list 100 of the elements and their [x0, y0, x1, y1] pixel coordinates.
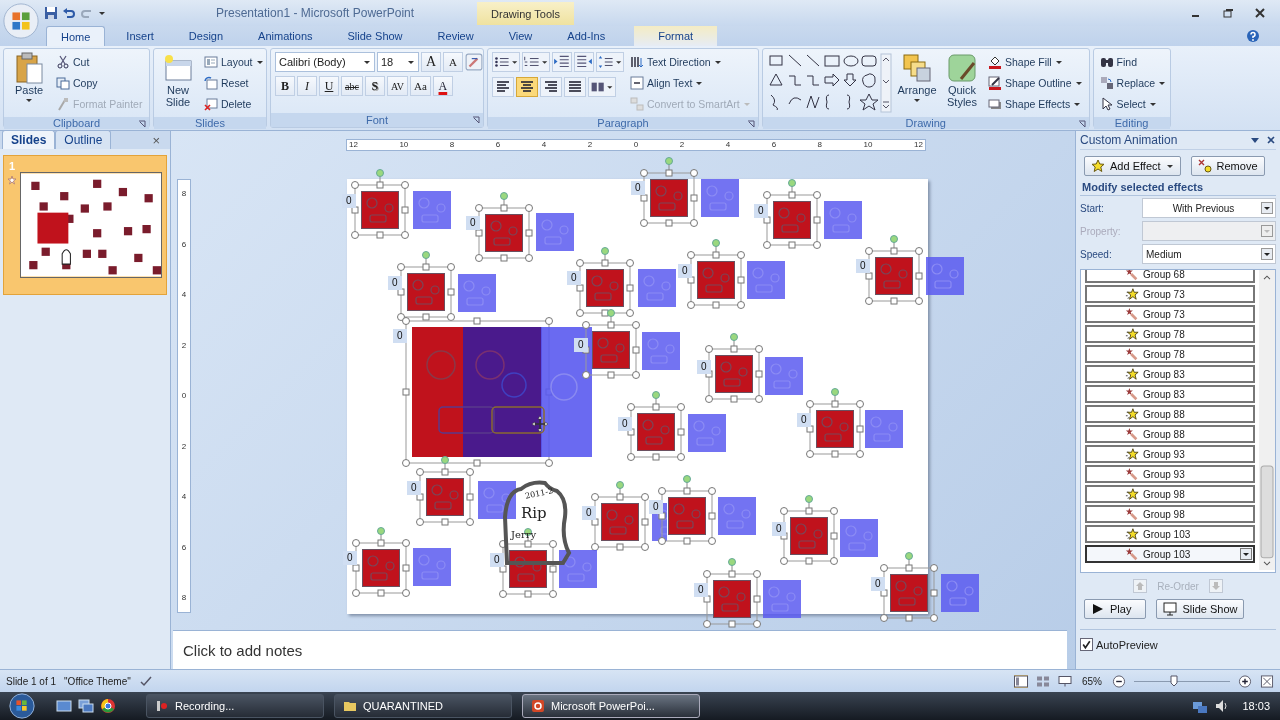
spell-check-icon[interactable] — [138, 674, 153, 689]
slide-command[interactable]: Reset — [202, 73, 266, 93]
effect-list-item[interactable]: Group 78 — [1085, 325, 1255, 343]
effect-list-item[interactable]: Group 103 — [1085, 545, 1255, 563]
columns-icon[interactable] — [588, 77, 616, 97]
clear-formatting-icon[interactable] — [465, 53, 483, 71]
scrollbar[interactable] — [1259, 270, 1275, 570]
dropdown-field[interactable] — [1142, 221, 1276, 241]
shape-format-command[interactable]: Shape Fill — [986, 52, 1085, 72]
dialog-launcher-icon[interactable] — [138, 120, 146, 128]
zoom-in-icon[interactable] — [1238, 674, 1252, 688]
font-format-button[interactable]: abc — [341, 76, 363, 96]
effect-list-item[interactable]: Group 98 — [1085, 505, 1255, 523]
zoom-slider-thumb[interactable] — [1170, 675, 1178, 688]
numbering-icon[interactable] — [522, 52, 550, 72]
effect-list-item[interactable]: Group 83 — [1085, 365, 1255, 383]
indent-icon[interactable] — [552, 52, 572, 72]
effect-list-item[interactable]: Group 78 — [1085, 345, 1255, 363]
fit-to-window-icon[interactable] — [1260, 674, 1274, 688]
ribbon-tab[interactable]: Insert — [112, 26, 168, 46]
effect-list-item[interactable]: Group 88 — [1085, 405, 1255, 423]
shape-gallery[interactable] — [767, 52, 892, 114]
bullets-icon[interactable] — [492, 52, 520, 72]
slide-command[interactable]: Delete — [202, 94, 266, 114]
font-size-field[interactable]: 18 — [377, 52, 419, 72]
indent-icon[interactable] — [574, 52, 594, 72]
dialog-launcher-icon[interactable] — [1077, 120, 1086, 128]
shrink-font-button[interactable]: A — [443, 52, 463, 72]
dropdown-field[interactable]: With Previous — [1142, 198, 1276, 218]
paragraph-command[interactable]: Align Text — [628, 73, 753, 93]
paragraph-command[interactable]: Text Direction — [628, 52, 753, 72]
customize-caret-icon[interactable] — [98, 9, 106, 17]
ribbon-tab[interactable]: View — [494, 26, 547, 46]
quick-styles-button[interactable]: Quick Styles — [942, 52, 982, 108]
pane-tab[interactable]: Outline — [55, 130, 112, 149]
effect-list-item[interactable]: Group 93 — [1085, 445, 1255, 463]
line-spacing-icon[interactable] — [596, 52, 624, 72]
align-button[interactable] — [492, 77, 514, 97]
effect-list-item[interactable]: Group 73 — [1085, 305, 1255, 323]
align-button[interactable] — [516, 77, 538, 97]
zoom-level[interactable]: 65% — [1082, 675, 1102, 687]
help-icon[interactable] — [1246, 29, 1260, 43]
close-button[interactable]: × — [142, 133, 170, 149]
pane-tab[interactable]: Slides — [2, 130, 56, 149]
ribbon-tab[interactable]: Slide Show — [333, 26, 417, 46]
editing-command[interactable]: Select — [1097, 94, 1169, 114]
clipboard-command[interactable]: Copy — [54, 73, 145, 93]
taskbar-button[interactable]: Microsoft PowerPoi... — [522, 694, 700, 718]
slideshow-view-icon[interactable] — [1058, 674, 1072, 688]
slide-show-button[interactable]: Slide Show — [1156, 599, 1245, 619]
play-button[interactable]: Play — [1084, 599, 1147, 619]
close-icon[interactable] — [1266, 135, 1276, 145]
effect-list-item[interactable]: Group 98 — [1085, 485, 1255, 503]
effect-list-item[interactable]: Group 68 — [1085, 270, 1255, 283]
desktop-icon[interactable] — [56, 698, 72, 714]
font-format-button[interactable]: U — [319, 76, 339, 96]
notes-pane[interactable]: Click to add notes — [173, 630, 1067, 670]
ribbon-tab[interactable]: Add-Ins — [553, 26, 620, 46]
effect-list-item[interactable]: Group 103 — [1085, 525, 1255, 543]
ribbon-tab[interactable]: Review — [423, 26, 488, 46]
checkbox[interactable] — [1080, 638, 1093, 651]
save-icon[interactable] — [44, 6, 58, 20]
remove-button[interactable]: Remove — [1190, 156, 1265, 176]
font-format-button[interactable]: S — [364, 76, 385, 96]
shape-format-command[interactable]: Shape Effects — [986, 94, 1085, 114]
slide-sorter-icon[interactable] — [1036, 674, 1050, 688]
ribbon-tab[interactable]: Animations — [244, 26, 327, 46]
taskbar-button[interactable]: Recording... — [146, 694, 324, 718]
effect-list-item[interactable]: Group 73 — [1085, 285, 1255, 303]
align-button[interactable] — [564, 77, 586, 97]
zoom-out-icon[interactable] — [1112, 674, 1126, 688]
restore-icon[interactable] — [1222, 7, 1234, 19]
font-name-field[interactable]: Calibri (Body) — [275, 52, 375, 72]
editing-command[interactable]: Find — [1097, 52, 1169, 72]
ribbon-tab[interactable]: Design — [174, 26, 238, 46]
add-effect-button[interactable]: Add Effect — [1084, 156, 1181, 176]
effect-list-item[interactable]: Group 88 — [1085, 425, 1255, 443]
clipboard-command[interactable]: Cut — [54, 52, 145, 72]
dialog-launcher-icon[interactable] — [747, 120, 755, 128]
normal-view-icon[interactable] — [1014, 674, 1028, 688]
start-button[interactable] — [8, 692, 36, 720]
close-icon[interactable] — [1254, 7, 1266, 19]
ribbon-tab[interactable]: Format — [634, 26, 718, 46]
align-button[interactable] — [540, 77, 562, 97]
grow-font-button[interactable]: A — [421, 52, 441, 72]
slide-command[interactable]: Layout — [202, 52, 266, 72]
ribbon-tab[interactable]: Home — [46, 26, 106, 46]
window-switch-icon[interactable] — [78, 698, 94, 714]
shape-format-command[interactable]: Shape Outline — [986, 73, 1085, 93]
editing-command[interactable]: Replace — [1097, 73, 1169, 93]
browser-icon[interactable] — [100, 698, 116, 714]
font-format-button[interactable]: B — [275, 76, 295, 96]
dropdown-field[interactable]: Medium — [1142, 244, 1276, 264]
new-slide-button[interactable]: New Slide — [158, 52, 198, 108]
undo-icon[interactable] — [62, 6, 76, 20]
arrange-button[interactable]: Arrange — [896, 52, 938, 104]
effect-list-item[interactable]: Group 93 — [1085, 465, 1255, 483]
paste-button[interactable]: Paste — [8, 52, 50, 104]
taskbar-button[interactable]: QUARANTINED — [334, 694, 512, 718]
effect-list-item[interactable]: Group 83 — [1085, 385, 1255, 403]
